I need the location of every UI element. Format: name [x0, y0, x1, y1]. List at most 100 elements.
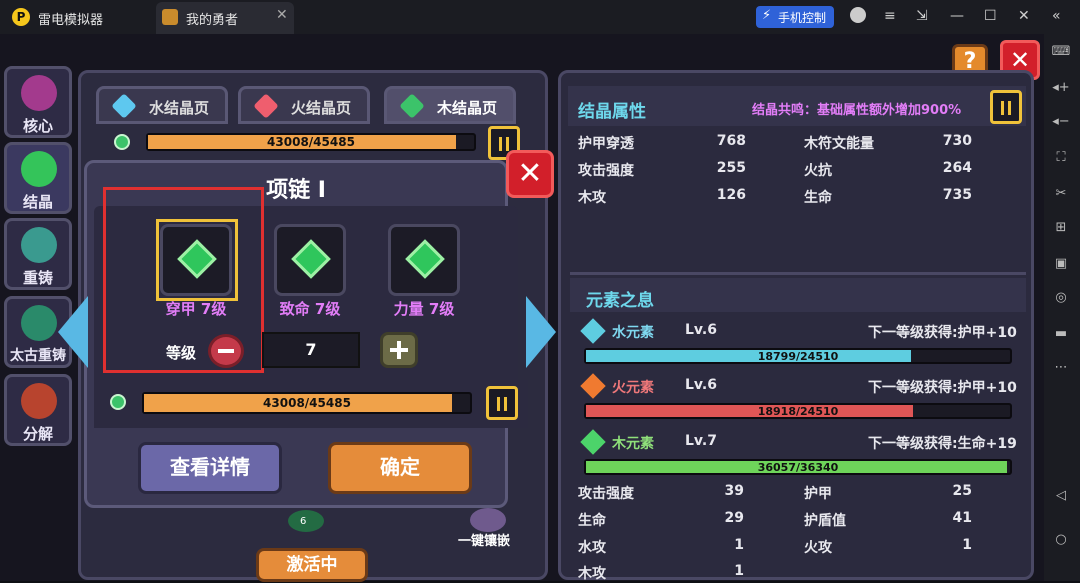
element-bar-text: 18799/24510	[757, 350, 839, 363]
embed-icon[interactable]	[470, 508, 506, 532]
attr-value: 126	[716, 187, 746, 203]
level-minus-button[interactable]	[208, 334, 244, 368]
nav-label: 核心	[22, 117, 53, 135]
tab-water-crystal[interactable]: 水结晶页	[96, 86, 228, 124]
energy-bar: 43008/45485	[146, 133, 476, 151]
element-bar-text: 36057/36340	[757, 461, 839, 474]
maximize-icon[interactable]: ☐	[984, 8, 997, 24]
element-level: Lv.6	[685, 377, 717, 393]
elements-title: 元素之息	[586, 291, 654, 311]
minimize-icon[interactable]: —	[950, 8, 964, 24]
slot-label: 力量 7级	[393, 300, 455, 318]
sync-icon[interactable]: ◎	[1050, 290, 1072, 308]
slot-critical[interactable]	[274, 224, 346, 296]
element-bar: 36057/36340	[584, 459, 1012, 475]
arrow-left-icon[interactable]	[58, 296, 88, 368]
activate-button[interactable]: 激活中	[256, 548, 368, 582]
collapse-sidebar-icon[interactable]: «	[1052, 8, 1061, 24]
nav-label: 重铸	[22, 269, 53, 287]
water-gem-icon	[111, 93, 137, 119]
tab-title: 我的勇者	[186, 13, 239, 28]
modal-energy-bar: 43008/45485	[142, 392, 472, 414]
tab-wood-crystal[interactable]: 木结晶页	[384, 86, 516, 124]
bolt-icon: ⚡	[762, 8, 772, 23]
screenshot-icon[interactable]: ⛶	[1050, 150, 1072, 168]
attr-value: 735	[942, 187, 972, 203]
close-window-icon[interactable]: ✕	[1018, 8, 1030, 24]
gem-icon	[405, 239, 445, 279]
stat-name: 生命	[578, 513, 606, 529]
stat-value: 29	[724, 510, 744, 526]
close-modal-button[interactable]: ✕	[506, 150, 554, 198]
slot-strength[interactable]	[388, 224, 460, 296]
stat-value: 41	[952, 510, 972, 526]
folder-icon[interactable]: ▬	[1050, 326, 1072, 344]
phone-control-label: 手机控制	[778, 11, 827, 25]
one-click-embed-button[interactable]: 一键镶嵌	[458, 530, 510, 549]
element-bar-text: 18918/24510	[757, 405, 839, 418]
core-icon	[21, 75, 57, 111]
level-plus-button[interactable]	[380, 332, 418, 368]
element-name: 火元素	[612, 380, 654, 396]
attr-value: 768	[716, 133, 746, 149]
modal-energy-text: 43008/45485	[263, 396, 351, 410]
tab-fire-crystal[interactable]: 火结晶页	[238, 86, 370, 124]
arrow-right-icon[interactable]	[526, 296, 556, 368]
nav-crystal[interactable]: 结晶	[4, 142, 72, 214]
add-icon[interactable]: ⊞	[1050, 220, 1072, 238]
attr-name: 木攻	[578, 190, 606, 206]
app-logo: P	[12, 8, 30, 26]
game-icon	[162, 9, 178, 25]
stat-name: 护甲	[804, 486, 832, 502]
element-name: 水元素	[612, 325, 654, 341]
element-level: Lv.7	[685, 433, 717, 449]
attr-name: 木符文能量	[804, 136, 874, 152]
crystal-icon	[21, 151, 57, 187]
attr-value: 264	[942, 160, 972, 176]
volume-down-icon[interactable]: ◂−	[1050, 114, 1072, 132]
element-next: 下一等级获得:护甲+10	[868, 325, 1017, 341]
attr-name: 火抗	[804, 163, 832, 179]
shrink-icon[interactable]: ⇲	[916, 8, 928, 24]
element-name: 木元素	[612, 436, 654, 452]
nav-decompose[interactable]: 分解	[4, 374, 72, 446]
attr-value: 730	[942, 133, 972, 149]
resonance-text: 结晶共鸣：基础属性额外增加900%	[752, 103, 962, 118]
wood-energy-icon	[110, 394, 126, 410]
nav-recast[interactable]: 重铸	[4, 218, 72, 290]
attr-value: 255	[716, 160, 746, 176]
menu-icon[interactable]: ≡	[884, 8, 896, 24]
pause-icon[interactable]	[990, 90, 1022, 124]
nav-label: 分解	[22, 425, 53, 443]
stat-value: 25	[952, 483, 972, 499]
volume-up-icon[interactable]: ◂+	[1050, 80, 1072, 98]
stat-value: 39	[724, 483, 744, 499]
stat-name: 护盾值	[804, 513, 846, 529]
attr-name: 生命	[804, 190, 832, 206]
view-details-button[interactable]: 查看详情	[138, 442, 282, 494]
wood-energy-icon	[114, 134, 130, 150]
home-icon[interactable]: ○	[1050, 532, 1072, 550]
confirm-button[interactable]: 确定	[328, 442, 472, 494]
apk-icon[interactable]: ▣	[1050, 256, 1072, 274]
recast-icon	[21, 227, 57, 263]
tab-close-icon[interactable]: ✕	[276, 7, 288, 23]
pause-icon[interactable]	[486, 386, 518, 420]
element-bar: 18799/24510	[584, 348, 1012, 364]
socket-count: 6	[300, 516, 307, 527]
phone-control-button[interactable]: ⚡ 手机控制	[756, 6, 834, 28]
avatar[interactable]	[850, 7, 866, 23]
ancient-recast-icon	[21, 305, 57, 341]
stat-name: 火攻	[804, 540, 832, 556]
nav-core[interactable]: 核心	[4, 66, 72, 138]
level-label: 等级	[166, 344, 197, 362]
energy-bar-text: 43008/45485	[267, 135, 355, 149]
fire-gem-icon	[253, 93, 279, 119]
stat-name: 攻击强度	[578, 486, 634, 502]
nav-label: 结晶	[22, 193, 53, 211]
back-icon[interactable]: ◁	[1050, 488, 1072, 506]
more-icon[interactable]: ⋯	[1050, 360, 1072, 378]
scissors-icon[interactable]: ✂	[1050, 186, 1072, 204]
crystal-attr-title: 结晶属性	[578, 102, 646, 122]
keyboard-icon[interactable]: ⌨	[1050, 44, 1072, 62]
